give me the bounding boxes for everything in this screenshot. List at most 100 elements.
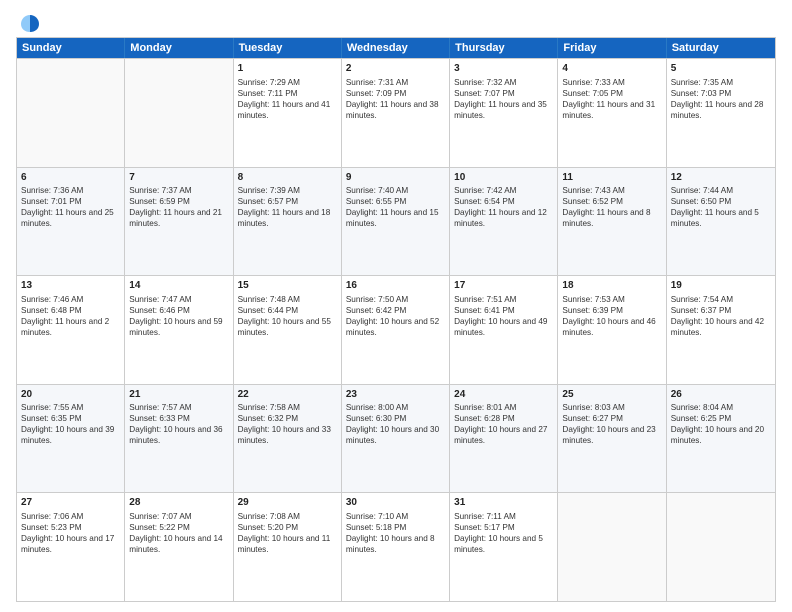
cell-info: Sunrise: 7:50 AMSunset: 6:42 PMDaylight:… — [346, 294, 445, 338]
cal-cell: 17Sunrise: 7:51 AMSunset: 6:41 PMDayligh… — [450, 276, 558, 384]
cal-cell: 14Sunrise: 7:47 AMSunset: 6:46 PMDayligh… — [125, 276, 233, 384]
header-day-sunday: Sunday — [17, 38, 125, 58]
day-number: 28 — [129, 496, 228, 510]
cell-info: Sunrise: 7:37 AMSunset: 6:59 PMDaylight:… — [129, 185, 228, 229]
cal-cell: 15Sunrise: 7:48 AMSunset: 6:44 PMDayligh… — [234, 276, 342, 384]
cal-cell: 9Sunrise: 7:40 AMSunset: 6:55 PMDaylight… — [342, 168, 450, 276]
week-row-3: 13Sunrise: 7:46 AMSunset: 6:48 PMDayligh… — [17, 275, 775, 384]
day-number: 5 — [671, 62, 771, 76]
cell-info: Sunrise: 7:48 AMSunset: 6:44 PMDaylight:… — [238, 294, 337, 338]
cal-cell: 24Sunrise: 8:01 AMSunset: 6:28 PMDayligh… — [450, 385, 558, 493]
cell-info: Sunrise: 8:04 AMSunset: 6:25 PMDaylight:… — [671, 402, 771, 446]
calendar-body: 1Sunrise: 7:29 AMSunset: 7:11 PMDaylight… — [17, 58, 775, 601]
cal-cell: 4Sunrise: 7:33 AMSunset: 7:05 PMDaylight… — [558, 59, 666, 167]
cell-info: Sunrise: 7:58 AMSunset: 6:32 PMDaylight:… — [238, 402, 337, 446]
logo-icon — [19, 12, 41, 34]
cell-info: Sunrise: 7:31 AMSunset: 7:09 PMDaylight:… — [346, 77, 445, 121]
day-number: 7 — [129, 171, 228, 185]
cell-info: Sunrise: 7:51 AMSunset: 6:41 PMDaylight:… — [454, 294, 553, 338]
day-number: 20 — [21, 388, 120, 402]
cell-info: Sunrise: 7:42 AMSunset: 6:54 PMDaylight:… — [454, 185, 553, 229]
day-number: 19 — [671, 279, 771, 293]
cell-info: Sunrise: 7:32 AMSunset: 7:07 PMDaylight:… — [454, 77, 553, 121]
logo — [16, 12, 41, 31]
day-number: 31 — [454, 496, 553, 510]
cell-info: Sunrise: 8:01 AMSunset: 6:28 PMDaylight:… — [454, 402, 553, 446]
day-number: 29 — [238, 496, 337, 510]
day-number: 3 — [454, 62, 553, 76]
cal-cell: 10Sunrise: 7:42 AMSunset: 6:54 PMDayligh… — [450, 168, 558, 276]
day-number: 12 — [671, 171, 771, 185]
cell-info: Sunrise: 7:57 AMSunset: 6:33 PMDaylight:… — [129, 402, 228, 446]
day-number: 2 — [346, 62, 445, 76]
day-number: 1 — [238, 62, 337, 76]
cell-info: Sunrise: 7:47 AMSunset: 6:46 PMDaylight:… — [129, 294, 228, 338]
cal-cell: 20Sunrise: 7:55 AMSunset: 6:35 PMDayligh… — [17, 385, 125, 493]
cal-cell — [17, 59, 125, 167]
day-number: 6 — [21, 171, 120, 185]
cell-info: Sunrise: 7:54 AMSunset: 6:37 PMDaylight:… — [671, 294, 771, 338]
cell-info: Sunrise: 7:35 AMSunset: 7:03 PMDaylight:… — [671, 77, 771, 121]
cal-cell: 23Sunrise: 8:00 AMSunset: 6:30 PMDayligh… — [342, 385, 450, 493]
cal-cell: 28Sunrise: 7:07 AMSunset: 5:22 PMDayligh… — [125, 493, 233, 601]
week-row-4: 20Sunrise: 7:55 AMSunset: 6:35 PMDayligh… — [17, 384, 775, 493]
header-day-wednesday: Wednesday — [342, 38, 450, 58]
cal-cell: 7Sunrise: 7:37 AMSunset: 6:59 PMDaylight… — [125, 168, 233, 276]
cal-cell — [558, 493, 666, 601]
cal-cell: 11Sunrise: 7:43 AMSunset: 6:52 PMDayligh… — [558, 168, 666, 276]
cal-cell: 2Sunrise: 7:31 AMSunset: 7:09 PMDaylight… — [342, 59, 450, 167]
week-row-2: 6Sunrise: 7:36 AMSunset: 7:01 PMDaylight… — [17, 167, 775, 276]
cal-cell: 25Sunrise: 8:03 AMSunset: 6:27 PMDayligh… — [558, 385, 666, 493]
cell-info: Sunrise: 7:46 AMSunset: 6:48 PMDaylight:… — [21, 294, 120, 338]
cal-cell: 8Sunrise: 7:39 AMSunset: 6:57 PMDaylight… — [234, 168, 342, 276]
cal-cell — [125, 59, 233, 167]
cell-info: Sunrise: 7:11 AMSunset: 5:17 PMDaylight:… — [454, 511, 553, 555]
day-number: 22 — [238, 388, 337, 402]
cal-cell: 3Sunrise: 7:32 AMSunset: 7:07 PMDaylight… — [450, 59, 558, 167]
day-number: 16 — [346, 279, 445, 293]
cell-info: Sunrise: 7:10 AMSunset: 5:18 PMDaylight:… — [346, 511, 445, 555]
cal-cell: 29Sunrise: 7:08 AMSunset: 5:20 PMDayligh… — [234, 493, 342, 601]
header-day-saturday: Saturday — [667, 38, 775, 58]
day-number: 23 — [346, 388, 445, 402]
cell-info: Sunrise: 7:33 AMSunset: 7:05 PMDaylight:… — [562, 77, 661, 121]
cell-info: Sunrise: 7:07 AMSunset: 5:22 PMDaylight:… — [129, 511, 228, 555]
calendar-header: SundayMondayTuesdayWednesdayThursdayFrid… — [17, 38, 775, 58]
header-day-friday: Friday — [558, 38, 666, 58]
cell-info: Sunrise: 8:03 AMSunset: 6:27 PMDaylight:… — [562, 402, 661, 446]
day-number: 24 — [454, 388, 553, 402]
cell-info: Sunrise: 8:00 AMSunset: 6:30 PMDaylight:… — [346, 402, 445, 446]
cal-cell: 22Sunrise: 7:58 AMSunset: 6:32 PMDayligh… — [234, 385, 342, 493]
header — [16, 12, 776, 31]
calendar: SundayMondayTuesdayWednesdayThursdayFrid… — [16, 37, 776, 602]
cal-cell: 26Sunrise: 8:04 AMSunset: 6:25 PMDayligh… — [667, 385, 775, 493]
week-row-1: 1Sunrise: 7:29 AMSunset: 7:11 PMDaylight… — [17, 58, 775, 167]
day-number: 13 — [21, 279, 120, 293]
cal-cell: 27Sunrise: 7:06 AMSunset: 5:23 PMDayligh… — [17, 493, 125, 601]
cal-cell: 6Sunrise: 7:36 AMSunset: 7:01 PMDaylight… — [17, 168, 125, 276]
cal-cell: 31Sunrise: 7:11 AMSunset: 5:17 PMDayligh… — [450, 493, 558, 601]
day-number: 17 — [454, 279, 553, 293]
cell-info: Sunrise: 7:43 AMSunset: 6:52 PMDaylight:… — [562, 185, 661, 229]
day-number: 15 — [238, 279, 337, 293]
cal-cell: 5Sunrise: 7:35 AMSunset: 7:03 PMDaylight… — [667, 59, 775, 167]
cell-info: Sunrise: 7:29 AMSunset: 7:11 PMDaylight:… — [238, 77, 337, 121]
day-number: 11 — [562, 171, 661, 185]
day-number: 25 — [562, 388, 661, 402]
cell-info: Sunrise: 7:55 AMSunset: 6:35 PMDaylight:… — [21, 402, 120, 446]
cal-cell: 16Sunrise: 7:50 AMSunset: 6:42 PMDayligh… — [342, 276, 450, 384]
day-number: 14 — [129, 279, 228, 293]
cal-cell: 30Sunrise: 7:10 AMSunset: 5:18 PMDayligh… — [342, 493, 450, 601]
cell-info: Sunrise: 7:39 AMSunset: 6:57 PMDaylight:… — [238, 185, 337, 229]
cal-cell: 21Sunrise: 7:57 AMSunset: 6:33 PMDayligh… — [125, 385, 233, 493]
day-number: 27 — [21, 496, 120, 510]
cell-info: Sunrise: 7:36 AMSunset: 7:01 PMDaylight:… — [21, 185, 120, 229]
cell-info: Sunrise: 7:08 AMSunset: 5:20 PMDaylight:… — [238, 511, 337, 555]
cell-info: Sunrise: 7:06 AMSunset: 5:23 PMDaylight:… — [21, 511, 120, 555]
cell-info: Sunrise: 7:44 AMSunset: 6:50 PMDaylight:… — [671, 185, 771, 229]
cal-cell: 13Sunrise: 7:46 AMSunset: 6:48 PMDayligh… — [17, 276, 125, 384]
day-number: 8 — [238, 171, 337, 185]
cell-info: Sunrise: 7:53 AMSunset: 6:39 PMDaylight:… — [562, 294, 661, 338]
header-day-tuesday: Tuesday — [234, 38, 342, 58]
cal-cell: 1Sunrise: 7:29 AMSunset: 7:11 PMDaylight… — [234, 59, 342, 167]
